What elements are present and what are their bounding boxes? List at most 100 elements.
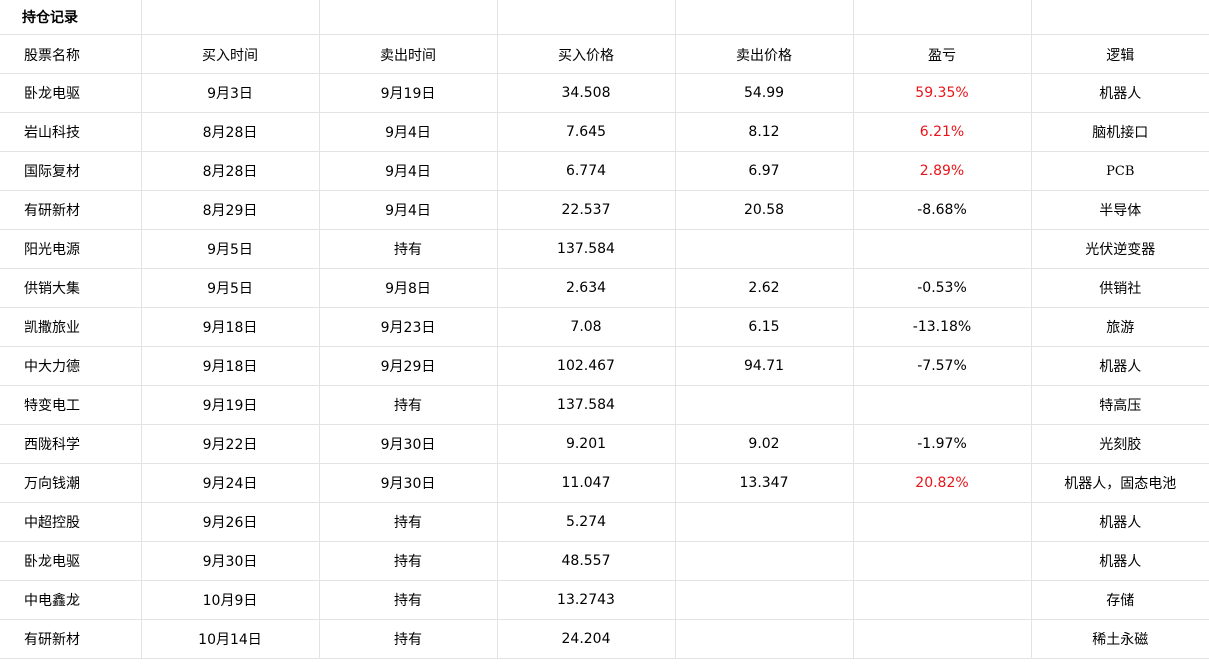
cell-sell-date[interactable]: 9月4日 bbox=[319, 151, 498, 191]
cell-pnl[interactable] bbox=[853, 541, 1032, 581]
cell-stock-name[interactable]: 特变电工 bbox=[0, 385, 142, 425]
header-stock-name[interactable]: 股票名称 bbox=[0, 34, 142, 74]
header-buy-price[interactable]: 买入价格 bbox=[497, 34, 676, 74]
cell-sell-date[interactable]: 9月23日 bbox=[319, 307, 498, 347]
empty-cell[interactable] bbox=[675, 0, 854, 35]
cell-pnl[interactable]: -1.97% bbox=[853, 424, 1032, 464]
cell-buy-date[interactable]: 9月19日 bbox=[141, 385, 320, 425]
header-sell-date[interactable]: 卖出时间 bbox=[319, 34, 498, 74]
cell-sell-date[interactable]: 9月19日 bbox=[319, 73, 498, 113]
cell-stock-name[interactable]: 卧龙电驱 bbox=[0, 73, 142, 113]
cell-sell-date[interactable]: 持有 bbox=[319, 541, 498, 581]
cell-pnl[interactable]: -13.18% bbox=[853, 307, 1032, 347]
cell-buy-price[interactable]: 6.774 bbox=[497, 151, 676, 191]
cell-sell-price[interactable]: 9.02 bbox=[675, 424, 854, 464]
cell-sell-date[interactable]: 9月30日 bbox=[319, 424, 498, 464]
cell-stock-name[interactable]: 阳光电源 bbox=[0, 229, 142, 269]
empty-cell[interactable] bbox=[497, 0, 676, 35]
cell-sell-price[interactable] bbox=[675, 580, 854, 620]
cell-pnl[interactable] bbox=[853, 580, 1032, 620]
cell-stock-name[interactable]: 万向钱潮 bbox=[0, 463, 142, 503]
cell-sell-price[interactable]: 2.62 bbox=[675, 268, 854, 308]
cell-buy-date[interactable]: 9月5日 bbox=[141, 229, 320, 269]
cell-buy-price[interactable]: 7.08 bbox=[497, 307, 676, 347]
cell-buy-price[interactable]: 7.645 bbox=[497, 112, 676, 152]
cell-sell-date[interactable]: 持有 bbox=[319, 502, 498, 542]
cell-stock-name[interactable]: 西陇科学 bbox=[0, 424, 142, 464]
cell-stock-name[interactable]: 中电鑫龙 bbox=[0, 580, 142, 620]
cell-buy-price[interactable]: 102.467 bbox=[497, 346, 676, 386]
cell-pnl[interactable]: 20.82% bbox=[853, 463, 1032, 503]
cell-stock-name[interactable]: 国际复材 bbox=[0, 151, 142, 191]
cell-pnl[interactable]: 59.35% bbox=[853, 73, 1032, 113]
cell-sell-price[interactable] bbox=[675, 619, 854, 659]
cell-sell-date[interactable]: 持有 bbox=[319, 619, 498, 659]
cell-sell-price[interactable] bbox=[675, 541, 854, 581]
cell-sell-price[interactable]: 20.58 bbox=[675, 190, 854, 230]
cell-logic[interactable]: 机器人，固态电池 bbox=[1031, 463, 1209, 503]
cell-stock-name[interactable]: 凯撒旅业 bbox=[0, 307, 142, 347]
cell-pnl[interactable]: 2.89% bbox=[853, 151, 1032, 191]
cell-sell-price[interactable]: 8.12 bbox=[675, 112, 854, 152]
cell-stock-name[interactable]: 中大力德 bbox=[0, 346, 142, 386]
cell-logic[interactable]: PCB bbox=[1031, 151, 1209, 191]
cell-logic[interactable]: 供销社 bbox=[1031, 268, 1209, 308]
header-pnl[interactable]: 盈亏 bbox=[853, 34, 1032, 74]
cell-stock-name[interactable]: 岩山科技 bbox=[0, 112, 142, 152]
cell-buy-price[interactable]: 13.2743 bbox=[497, 580, 676, 620]
cell-buy-date[interactable]: 9月18日 bbox=[141, 307, 320, 347]
cell-buy-date[interactable]: 9月24日 bbox=[141, 463, 320, 503]
cell-sell-price[interactable] bbox=[675, 385, 854, 425]
cell-buy-date[interactable]: 9月26日 bbox=[141, 502, 320, 542]
cell-stock-name[interactable]: 中超控股 bbox=[0, 502, 142, 542]
cell-logic[interactable]: 脑机接口 bbox=[1031, 112, 1209, 152]
cell-logic[interactable]: 稀土永磁 bbox=[1031, 619, 1209, 659]
cell-buy-date[interactable]: 8月28日 bbox=[141, 151, 320, 191]
cell-buy-date[interactable]: 8月28日 bbox=[141, 112, 320, 152]
cell-stock-name[interactable]: 供销大集 bbox=[0, 268, 142, 308]
cell-logic[interactable]: 光伏逆变器 bbox=[1031, 229, 1209, 269]
cell-buy-price[interactable]: 137.584 bbox=[497, 229, 676, 269]
cell-buy-date[interactable]: 10月14日 bbox=[141, 619, 320, 659]
cell-buy-price[interactable]: 9.201 bbox=[497, 424, 676, 464]
cell-logic[interactable]: 机器人 bbox=[1031, 346, 1209, 386]
sheet-title[interactable]: 持仓记录 bbox=[0, 0, 142, 35]
cell-sell-date[interactable]: 持有 bbox=[319, 385, 498, 425]
cell-buy-date[interactable]: 9月5日 bbox=[141, 268, 320, 308]
cell-sell-price[interactable]: 6.97 bbox=[675, 151, 854, 191]
cell-sell-date[interactable]: 9月8日 bbox=[319, 268, 498, 308]
cell-buy-date[interactable]: 8月29日 bbox=[141, 190, 320, 230]
cell-pnl[interactable] bbox=[853, 229, 1032, 269]
cell-buy-date[interactable]: 10月9日 bbox=[141, 580, 320, 620]
cell-buy-price[interactable]: 34.508 bbox=[497, 73, 676, 113]
empty-cell[interactable] bbox=[141, 0, 320, 35]
cell-stock-name[interactable]: 有研新材 bbox=[0, 190, 142, 230]
cell-pnl[interactable]: -7.57% bbox=[853, 346, 1032, 386]
cell-stock-name[interactable]: 有研新材 bbox=[0, 619, 142, 659]
cell-sell-date[interactable]: 9月4日 bbox=[319, 112, 498, 152]
cell-sell-price[interactable]: 54.99 bbox=[675, 73, 854, 113]
header-buy-date[interactable]: 买入时间 bbox=[141, 34, 320, 74]
cell-buy-price[interactable]: 48.557 bbox=[497, 541, 676, 581]
cell-sell-date[interactable]: 9月29日 bbox=[319, 346, 498, 386]
cell-sell-price[interactable]: 94.71 bbox=[675, 346, 854, 386]
cell-buy-date[interactable]: 9月18日 bbox=[141, 346, 320, 386]
cell-pnl[interactable]: 6.21% bbox=[853, 112, 1032, 152]
cell-logic[interactable]: 光刻胶 bbox=[1031, 424, 1209, 464]
cell-buy-price[interactable]: 2.634 bbox=[497, 268, 676, 308]
cell-sell-date[interactable]: 持有 bbox=[319, 229, 498, 269]
cell-sell-price[interactable]: 6.15 bbox=[675, 307, 854, 347]
cell-sell-date[interactable]: 9月4日 bbox=[319, 190, 498, 230]
cell-logic[interactable]: 机器人 bbox=[1031, 502, 1209, 542]
cell-sell-price[interactable] bbox=[675, 229, 854, 269]
cell-buy-price[interactable]: 22.537 bbox=[497, 190, 676, 230]
cell-pnl[interactable]: -0.53% bbox=[853, 268, 1032, 308]
cell-buy-date[interactable]: 9月3日 bbox=[141, 73, 320, 113]
cell-pnl[interactable] bbox=[853, 502, 1032, 542]
cell-sell-price[interactable] bbox=[675, 502, 854, 542]
cell-logic[interactable]: 机器人 bbox=[1031, 73, 1209, 113]
cell-sell-date[interactable]: 9月30日 bbox=[319, 463, 498, 503]
cell-stock-name[interactable]: 卧龙电驱 bbox=[0, 541, 142, 581]
empty-cell[interactable] bbox=[853, 0, 1032, 35]
cell-buy-price[interactable]: 24.204 bbox=[497, 619, 676, 659]
